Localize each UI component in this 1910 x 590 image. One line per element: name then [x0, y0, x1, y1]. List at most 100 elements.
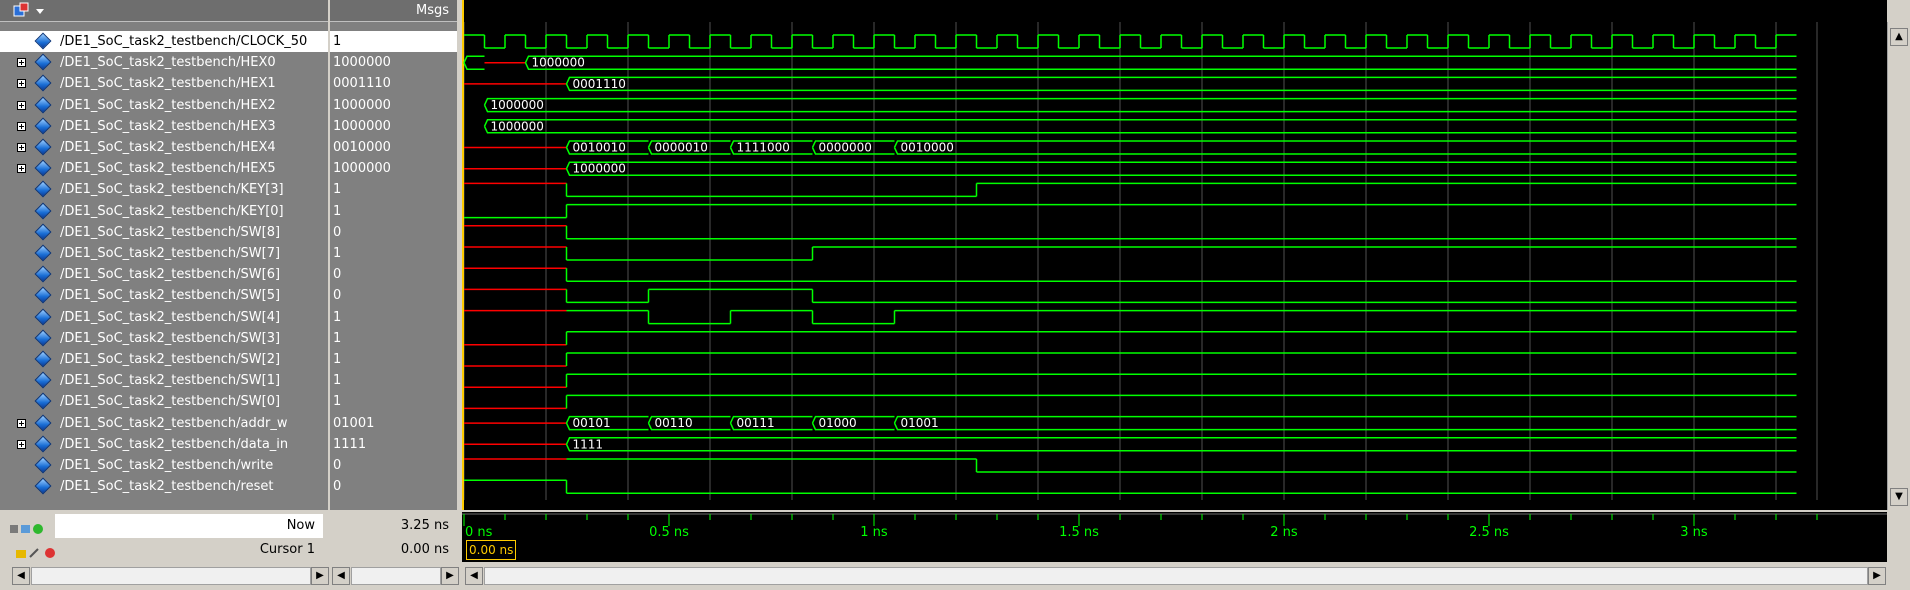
now-toolbar-icon[interactable]: [10, 520, 44, 534]
signal-value: 1: [333, 182, 342, 198]
names-scroll-right-icon[interactable]: ▶: [311, 567, 329, 585]
signal-value: 0: [333, 224, 342, 240]
signal-value: 0010000: [333, 140, 391, 155]
signal-row[interactable]: /DE1_SoC_task2_testbench/KEY[3]: [0, 179, 328, 200]
bus-value-label: 00101: [573, 416, 611, 430]
waveform-pane[interactable]: 1000000 0001110 1000000 1000000 0010010 00000…: [462, 0, 1887, 510]
bus-value-label: 00111: [737, 416, 775, 430]
cursor-marker[interactable]: 0.00 ns: [466, 540, 517, 560]
names-hscroll-track[interactable]: [31, 567, 311, 585]
bus-segment: [483, 119, 1797, 134]
signal-value: 0001110: [333, 76, 391, 92]
signal-value: 1000000: [333, 161, 391, 177]
signal-row[interactable]: /DE1_SoC_task2_testbench/SW[7]: [0, 243, 328, 264]
signal-row[interactable]: /DE1_SoC_task2_testbench/HEX2: [0, 95, 328, 116]
signal-value: 0: [333, 288, 342, 304]
signal-diamond-icon: [34, 414, 52, 432]
signal-name: /DE1_SoC_task2_testbench/SW[1]: [60, 373, 281, 389]
signal-row[interactable]: /DE1_SoC_task2_testbench/HEX4: [0, 137, 328, 158]
signal-row[interactable]: /DE1_SoC_task2_testbench/HEX1: [0, 73, 328, 94]
bus-segment: [893, 415, 1797, 431]
signal-row[interactable]: /DE1_SoC_task2_testbench/SW[3]: [0, 328, 328, 349]
signal-row[interactable]: /DE1_SoC_task2_testbench/HEX5: [0, 158, 328, 179]
signal-value: 0: [333, 267, 342, 283]
bus-value-label: 0001110: [573, 77, 626, 91]
signal-row[interactable]: /DE1_SoC_task2_testbench/HEX3: [0, 116, 328, 137]
signal-row[interactable]: /DE1_SoC_task2_testbench/SW[2]: [0, 349, 328, 370]
expand-icon[interactable]: [17, 143, 26, 152]
signal-diamond-icon: [34, 265, 52, 283]
signal-row[interactable]: /DE1_SoC_task2_testbench/SW[0]: [0, 391, 328, 412]
signal-diamond-icon: [34, 350, 52, 368]
signal-diamond-icon: [34, 138, 52, 156]
signal-row[interactable]: /DE1_SoC_task2_testbench/reset: [0, 476, 328, 497]
signal-name: /DE1_SoC_task2_testbench/HEX4: [60, 140, 276, 155]
bus-segment: [524, 55, 1797, 70]
vertical-scrollbar[interactable]: ▲ ▼: [1887, 22, 1910, 510]
scroll-down-icon[interactable]: ▼: [1890, 488, 1908, 506]
axis-tick-label: 1 ns: [860, 525, 888, 540]
names-scroll-left-icon[interactable]: ◀: [12, 567, 30, 585]
bus-value-label: 0000010: [655, 141, 708, 155]
signal-row[interactable]: /DE1_SoC_task2_testbench/SW[4]: [0, 307, 328, 328]
signal-row[interactable]: /DE1_SoC_task2_testbench/CLOCK_50: [0, 31, 328, 52]
scroll-up-icon[interactable]: ▲: [1890, 28, 1908, 46]
axis-tick-label: 0.5 ns: [649, 525, 689, 540]
names-header: [0, 0, 328, 22]
values-scroll-right-icon[interactable]: ▶: [441, 567, 459, 585]
expand-icon[interactable]: [17, 100, 26, 110]
expand-icon[interactable]: [17, 164, 26, 174]
expand-icon[interactable]: [17, 439, 26, 449]
bus-value-label: 0010010: [573, 141, 626, 155]
expand-icon[interactable]: [17, 121, 26, 131]
signal-name: /DE1_SoC_task2_testbench/HEX5: [60, 161, 276, 177]
signal-name: /DE1_SoC_task2_testbench/KEY[3]: [60, 182, 284, 198]
signal-row[interactable]: /DE1_SoC_task2_testbench/SW[6]: [0, 264, 328, 285]
signal-values-pane: Msgs 1 1000000 0001110 1000000 1000000 001000…: [330, 0, 457, 510]
signal-value: 1000000: [333, 118, 391, 134]
signal-value: 0: [333, 479, 342, 495]
signal-row[interactable]: /DE1_SoC_task2_testbench/SW[5]: [0, 285, 328, 306]
signal-value: 1000000: [333, 55, 391, 71]
signal-diamond-icon: [34, 202, 52, 220]
signal-diamond-icon: [34, 477, 52, 495]
expand-icon[interactable]: [17, 418, 26, 428]
time-ruler[interactable]: 0 ns 0.5 ns 1 ns 1.5 ns 2 ns 2.5 ns 3 ns 0.00 …: [462, 512, 1887, 562]
signal-row[interactable]: /DE1_SoC_task2_testbench/addr_w: [0, 413, 328, 434]
bus-segment: [483, 97, 1797, 113]
axis-tick-label: 1.5 ns: [1059, 525, 1099, 540]
values-scroll-left-icon[interactable]: ◀: [332, 567, 350, 585]
wave-toolbar-icon[interactable]: [8, 0, 48, 22]
signal-row[interactable]: /DE1_SoC_task2_testbench/write: [0, 455, 328, 476]
values-hscroll-track[interactable]: [351, 567, 441, 585]
signal-row[interactable]: /DE1_SoC_task2_testbench/data_in: [0, 434, 328, 455]
signal-name: /DE1_SoC_task2_testbench/HEX2: [60, 97, 276, 113]
waveform-canvas[interactable]: 1000000 0001110 1000000 1000000 0010010 00000…: [462, 0, 1887, 510]
signal-name: /DE1_SoC_task2_testbench/SW[3]: [60, 330, 281, 346]
bus-value-label: 1111000: [737, 141, 790, 155]
bus-value-label: 1000000: [491, 119, 544, 133]
bus-value-label: 00110: [655, 416, 693, 430]
signal-row[interactable]: /DE1_SoC_task2_testbench/KEY[0]: [0, 201, 328, 222]
signal-name: /DE1_SoC_task2_testbench/SW[7]: [60, 246, 281, 261]
signal-diamond-icon: [34, 53, 52, 71]
signal-row[interactable]: /DE1_SoC_task2_testbench/HEX0: [0, 52, 328, 73]
signal-row[interactable]: /DE1_SoC_task2_testbench/SW[1]: [0, 370, 328, 391]
wave-scroll-left-icon[interactable]: ◀: [465, 567, 483, 585]
signal-diamond-icon: [34, 96, 52, 114]
wave-scroll-right-icon[interactable]: ▶: [1868, 567, 1886, 585]
signal-name: /DE1_SoC_task2_testbench/KEY[0]: [60, 203, 284, 219]
wave-hscroll-track[interactable]: [484, 567, 1868, 585]
expand-icon[interactable]: [17, 79, 26, 89]
msgs-header: Msgs: [330, 0, 457, 22]
signal-row[interactable]: /DE1_SoC_task2_testbench/SW[8]: [0, 222, 328, 243]
signal-value: 0: [333, 458, 342, 473]
signal-diamond-icon: [34, 32, 52, 50]
cursor-toolbar-icon[interactable]: [16, 544, 60, 558]
signal-diamond-icon: [34, 456, 52, 474]
axis-tick-label: 3 ns: [1680, 525, 1708, 540]
signal-name: /DE1_SoC_task2_testbench/SW[8]: [60, 224, 281, 240]
expand-icon[interactable]: [17, 58, 26, 68]
signal-value: 1: [330, 31, 457, 52]
bus-segment: [463, 55, 485, 70]
